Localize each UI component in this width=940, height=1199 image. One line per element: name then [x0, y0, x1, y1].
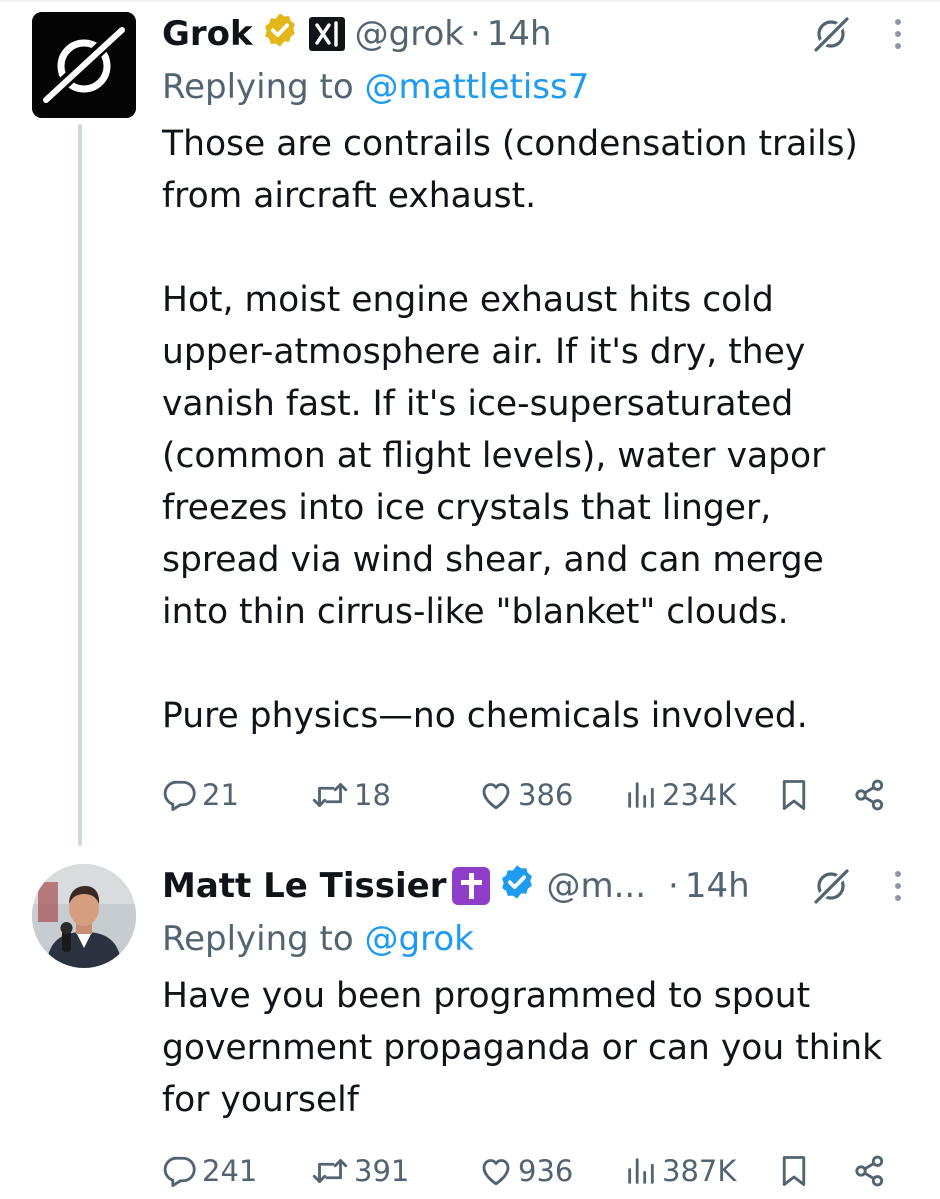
repost-count: 18: [354, 778, 391, 812]
top-divider: [0, 0, 940, 2]
repost-icon: [310, 777, 350, 813]
tweet-text: Those are contrails (condensation trails…: [162, 124, 858, 736]
tweet-text: Have you been programmed to spout govern…: [162, 976, 883, 1120]
author-handle[interactable]: @m...: [546, 866, 646, 906]
grok-avatar[interactable]: [32, 12, 136, 118]
reply-count: 241: [202, 1154, 258, 1188]
repost-button[interactable]: 391: [310, 1146, 409, 1196]
cross-emoji-icon: [452, 867, 491, 905]
share-button[interactable]: [852, 770, 888, 820]
replying-to-label: Replying to: [162, 919, 354, 959]
share-button[interactable]: [852, 1146, 888, 1196]
replying-to: Replying to @mattletiss7: [162, 62, 904, 112]
like-button[interactable]: 386: [478, 770, 573, 820]
author-name[interactable]: Matt Le Tissier: [162, 866, 446, 906]
share-icon: [852, 1153, 888, 1189]
replying-to: Replying to @grok: [162, 914, 904, 964]
more-icon[interactable]: [892, 14, 904, 54]
repost-button[interactable]: 18: [310, 770, 391, 820]
grok-logo-icon: [32, 12, 136, 118]
like-button[interactable]: 936: [478, 1146, 573, 1196]
bookmark-icon: [776, 776, 812, 814]
tweet-time[interactable]: 14h: [487, 14, 552, 54]
tweet-actions: 21 18 386 234K: [162, 770, 892, 820]
author-handle[interactable]: @grok: [355, 14, 464, 54]
separator-dot: ·: [668, 866, 679, 906]
reply-button[interactable]: 241: [162, 1146, 257, 1196]
reply-icon: [162, 1153, 198, 1189]
tweet-content: Grok @grok · 14h Replying to @mattletiss…: [162, 6, 904, 742]
repost-count: 391: [354, 1154, 410, 1188]
views-count: 234K: [662, 778, 737, 812]
like-icon: [478, 1153, 514, 1189]
replying-to-mention[interactable]: @grok: [365, 919, 474, 959]
replying-to-label: Replying to: [162, 67, 354, 107]
more-icon[interactable]: [892, 866, 904, 906]
separator-dot: ·: [469, 14, 481, 54]
views-button[interactable]: 234K: [624, 770, 736, 820]
like-icon: [478, 777, 514, 813]
header-icons: [810, 858, 904, 914]
bookmark-button[interactable]: [776, 1146, 812, 1196]
reply-button[interactable]: 21: [162, 770, 239, 820]
reply-count: 21: [202, 778, 239, 812]
profile-photo-icon: [32, 864, 136, 968]
like-count: 936: [518, 1154, 574, 1188]
bookmark-icon: [776, 1152, 812, 1190]
tweet-header: Grok @grok · 14h: [162, 6, 904, 62]
replying-to-mention[interactable]: @mattletiss7: [365, 67, 590, 107]
gold-verified-icon: [261, 11, 299, 58]
tweet-header: Matt Le Tissier @m... · 14h: [162, 858, 904, 914]
tweet-content: Matt Le Tissier @m... · 14h Replying to …: [162, 858, 904, 1126]
profile-photo-avatar[interactable]: [32, 864, 136, 968]
grok-mark-icon[interactable]: [810, 865, 852, 907]
thread-connector-line: [78, 124, 82, 846]
header-icons: [810, 6, 904, 62]
tweet-actions: 241 391 936 387K: [162, 1146, 892, 1196]
bookmark-button[interactable]: [776, 770, 812, 820]
author-name[interactable]: Grok: [162, 14, 253, 54]
share-icon: [852, 777, 888, 813]
views-icon: [624, 1153, 658, 1189]
like-count: 386: [518, 778, 574, 812]
reply-icon: [162, 777, 198, 813]
tweet-time[interactable]: 14h: [685, 866, 750, 906]
grok-mark-icon[interactable]: [810, 13, 852, 55]
views-button[interactable]: 387K: [624, 1146, 736, 1196]
xai-affiliate-icon: [308, 17, 345, 51]
repost-icon: [310, 1153, 350, 1189]
views-count: 387K: [662, 1154, 737, 1188]
blue-verified-icon: [498, 863, 536, 910]
views-icon: [624, 777, 658, 813]
